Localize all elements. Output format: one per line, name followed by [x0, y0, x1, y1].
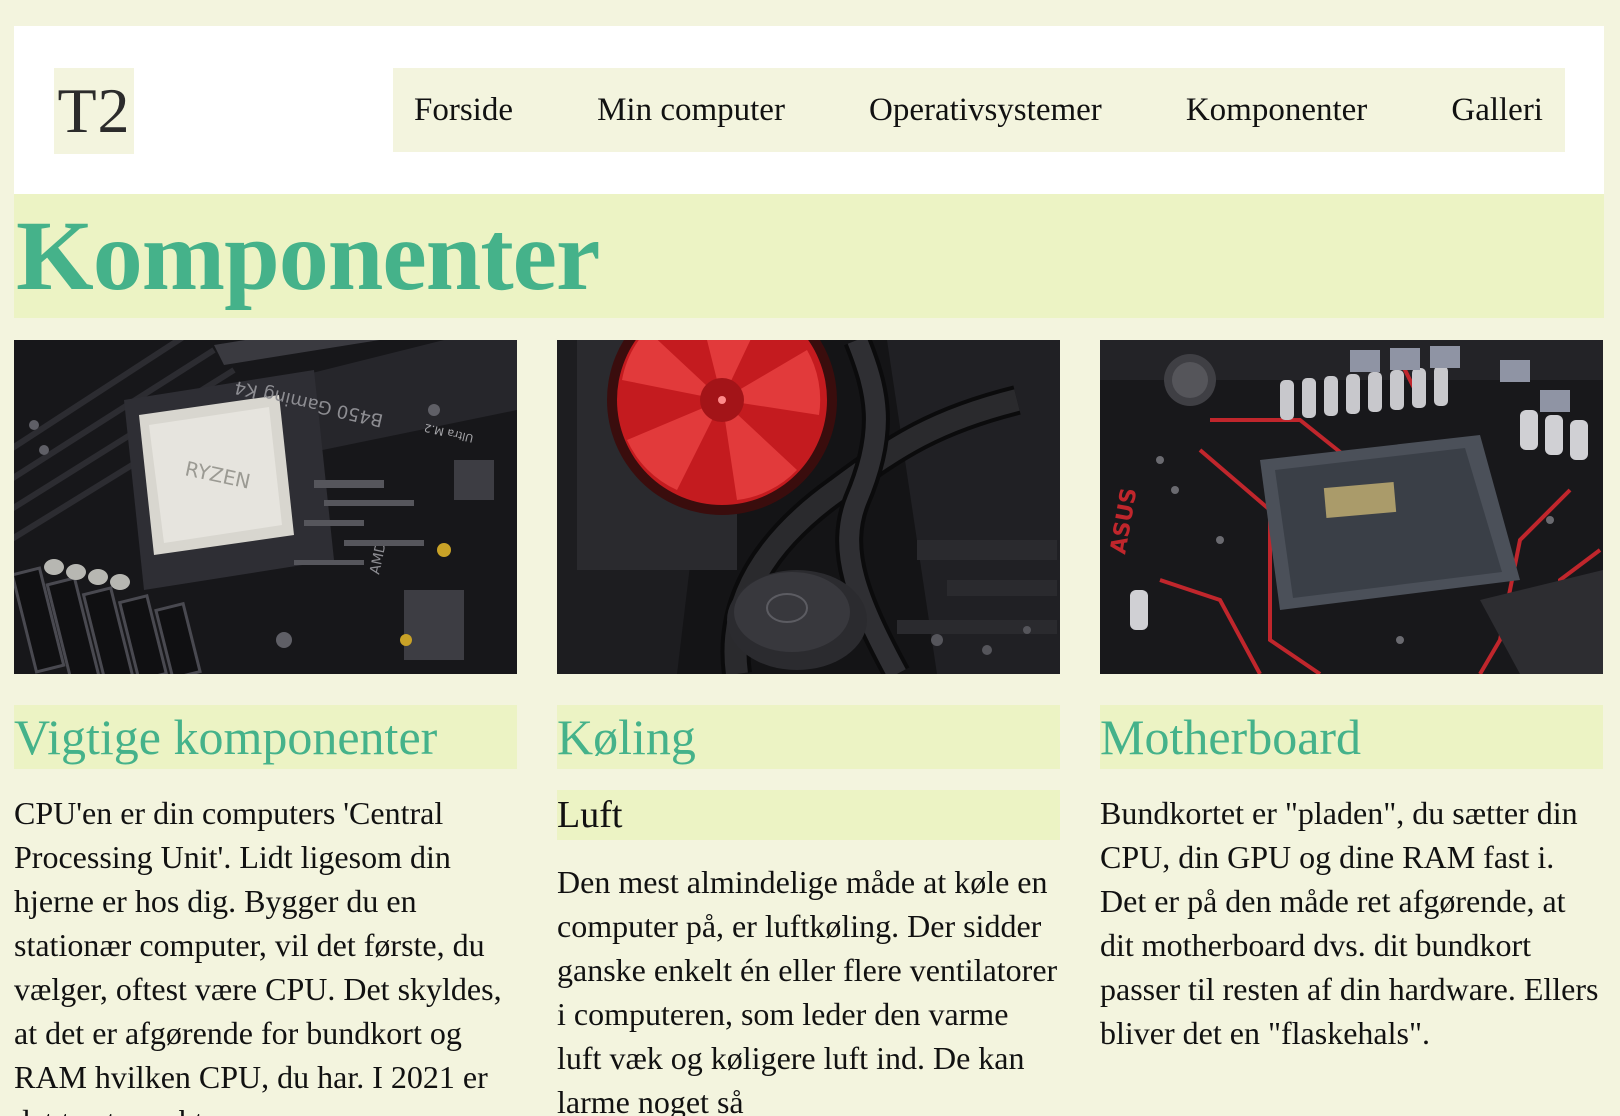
nav-link-galleri[interactable]: Galleri: [1451, 92, 1543, 129]
column-heading: Vigtige komponenter: [14, 705, 517, 769]
motherboard-socket-photo: ASUS: [1100, 340, 1603, 674]
nav-link-min-computer[interactable]: Min computer: [597, 92, 785, 129]
site-logo[interactable]: T2: [54, 68, 134, 154]
content-columns: RYZEN B450 Gaming K4 Ultra M.2 AMD Vigti…: [14, 340, 1604, 1116]
cpu-motherboard-photo: RYZEN B450 Gaming K4 Ultra M.2 AMD: [14, 340, 517, 674]
column-motherboard: ASUS Motherboard Bundkortet er "pladen",…: [1100, 340, 1603, 1116]
column-koling: Køling Luft Den mest almindelige måde at…: [557, 340, 1060, 1116]
page: T2 Forside Min computer Operativsystemer…: [0, 0, 1620, 1116]
column-text: Den mest almindelige måde at køle en com…: [557, 864, 1058, 1116]
cpu-cooler-photo: [557, 340, 1060, 674]
nav-link-komponenter[interactable]: Komponenter: [1186, 92, 1367, 129]
column-heading: Motherboard: [1100, 705, 1603, 769]
nav-link-forside[interactable]: Forside: [414, 92, 513, 129]
column-vigtige-komponenter: RYZEN B450 Gaming K4 Ultra M.2 AMD Vigti…: [14, 340, 517, 1116]
column-heading: Køling: [557, 705, 1060, 769]
cpu-motherboard-image: RYZEN B450 Gaming K4 Ultra M.2 AMD: [14, 340, 517, 674]
page-title: Komponenter: [16, 200, 600, 311]
nav-link-operativsystemer[interactable]: Operativsystemer: [869, 92, 1102, 129]
column-text: CPU'en er din computers 'Central Process…: [14, 795, 502, 1116]
page-title-banner: Komponenter: [14, 194, 1604, 318]
motherboard-socket-image: ASUS: [1100, 340, 1603, 674]
column-subheading: Luft: [557, 790, 1060, 840]
cpu-cooler-image: [557, 340, 1060, 674]
site-header: T2 Forside Min computer Operativsystemer…: [14, 26, 1604, 194]
main-nav: Forside Min computer Operativsystemer Ko…: [393, 68, 1565, 152]
column-text: Bundkortet er "pladen", du sætter din CP…: [1100, 795, 1599, 1051]
